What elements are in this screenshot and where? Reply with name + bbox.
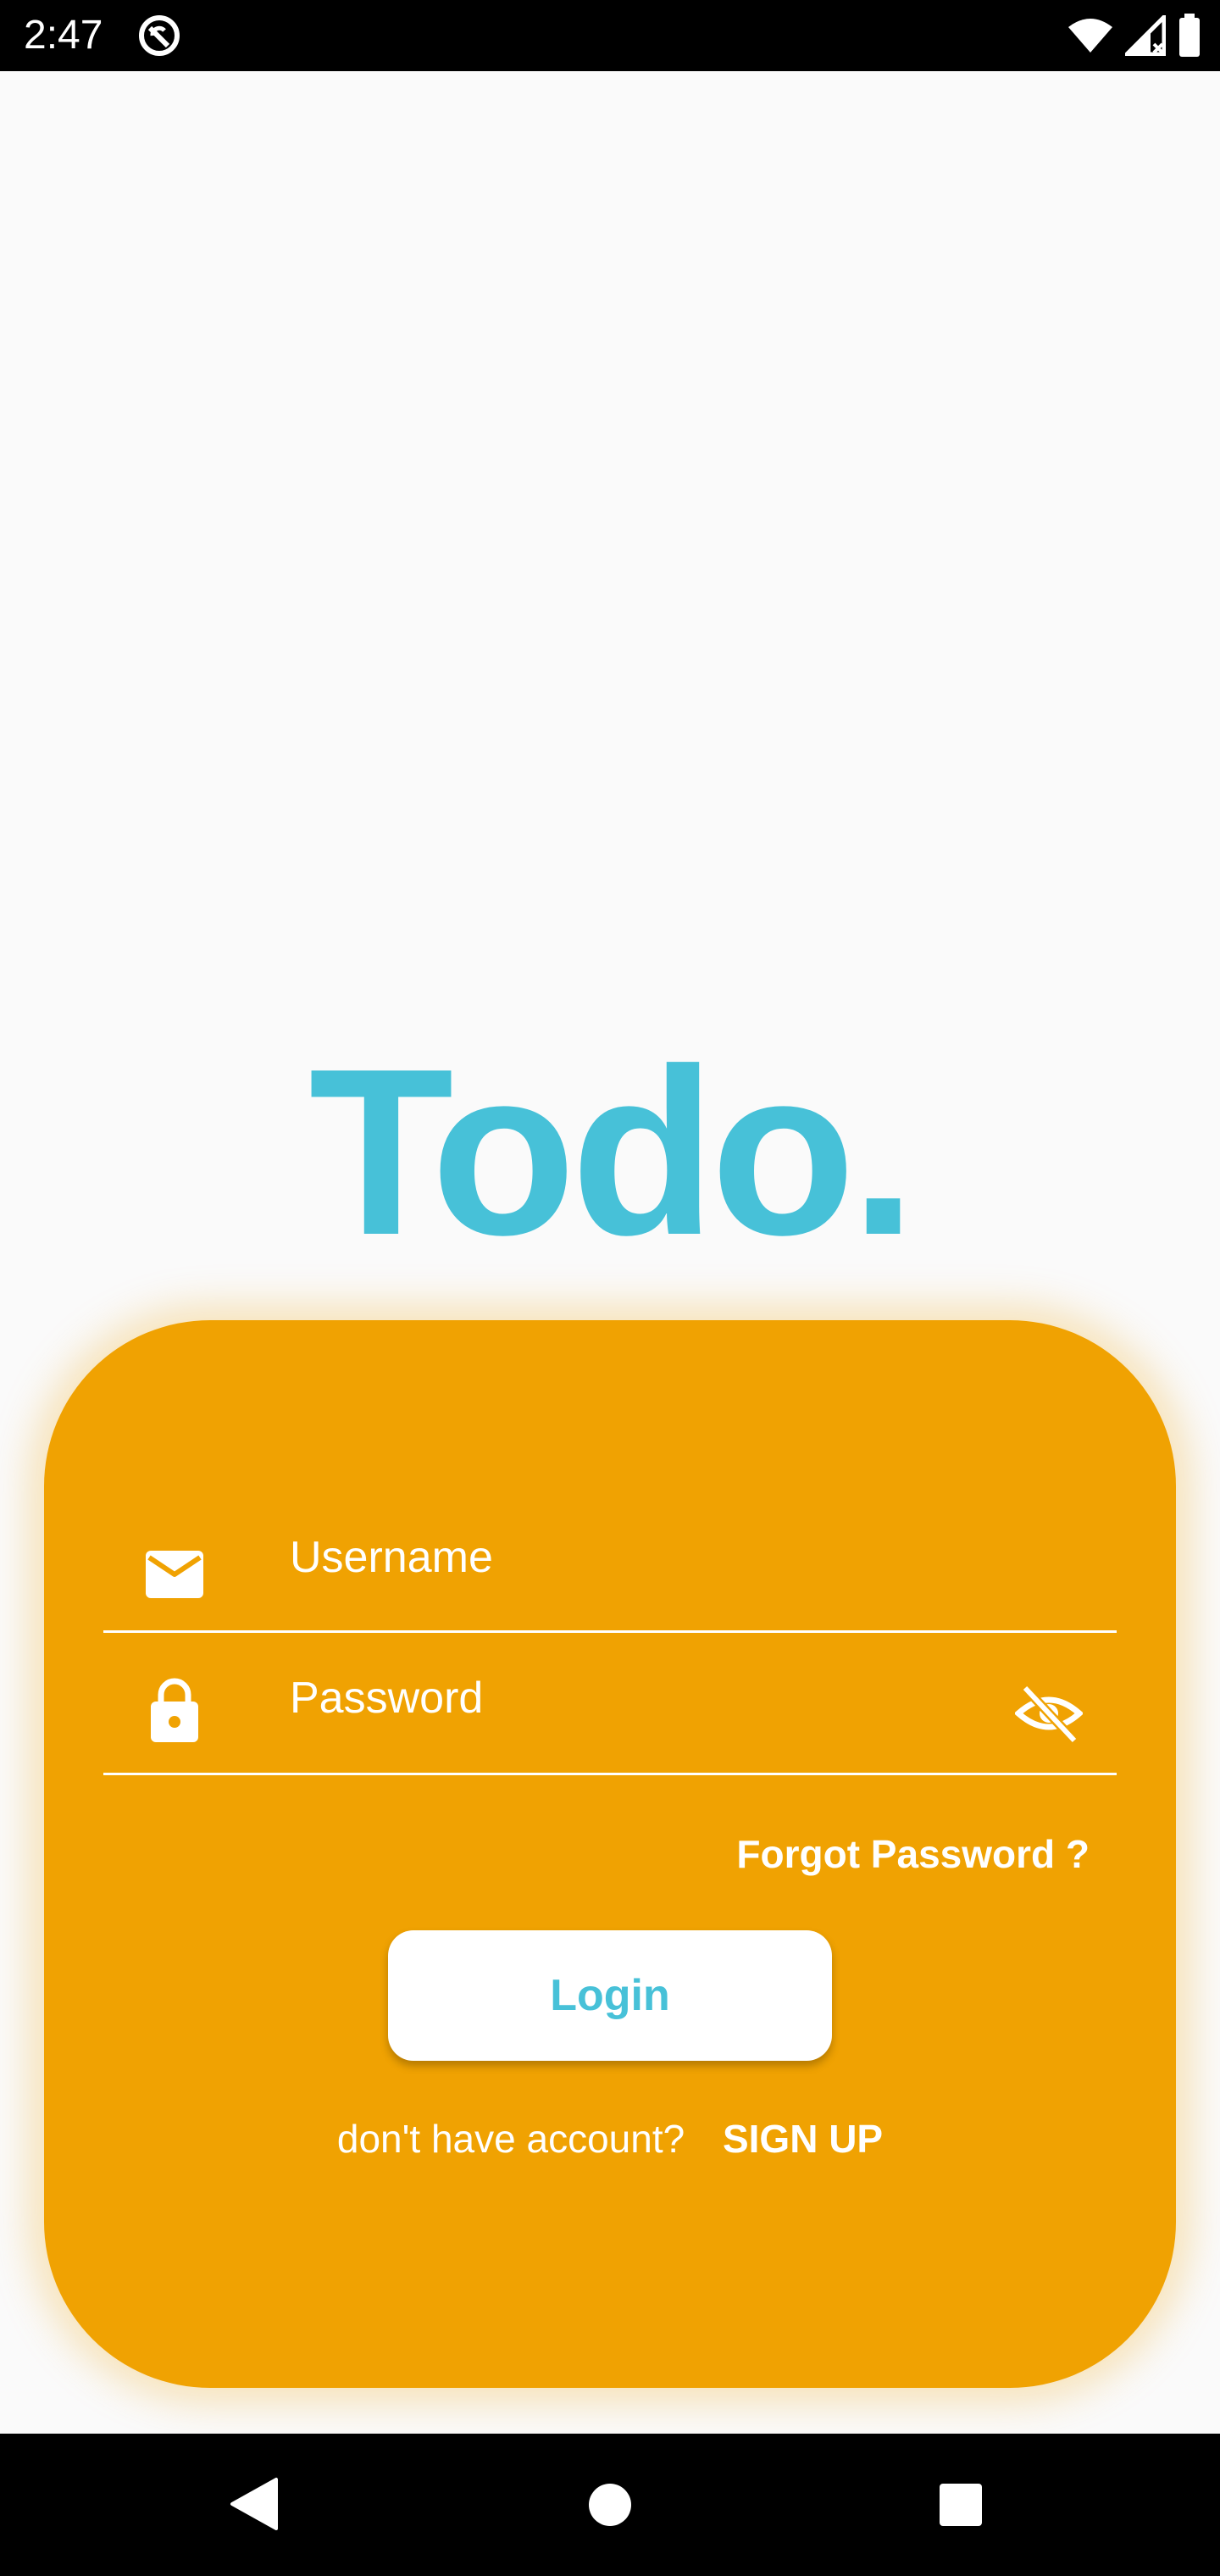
signup-link[interactable]: SIGN UP [723, 2117, 883, 2161]
signup-row: don't have account? SIGN UP [44, 2113, 1176, 2164]
username-input[interactable] [290, 1524, 1035, 1591]
navigation-bar [0, 2434, 1220, 2576]
app-title: Todo. [308, 1020, 916, 1285]
email-icon [144, 1544, 205, 1605]
forgot-password-link[interactable]: Forgot Password ? [736, 1829, 1090, 1879]
status-time: 2:47 [24, 13, 103, 58]
recents-icon[interactable] [939, 2483, 983, 2527]
username-field [103, 1490, 1117, 1633]
lock-icon [144, 1676, 205, 1742]
battery-icon [1178, 14, 1201, 58]
status-bar: 2:47 [0, 0, 1220, 71]
login-card: Forgot Password ? Login don't have accou… [44, 1320, 1176, 2388]
home-icon[interactable] [588, 2483, 632, 2527]
wifi-icon [1068, 17, 1113, 54]
password-input[interactable] [290, 1664, 1035, 1732]
login-button[interactable]: Login [388, 1930, 832, 2061]
eye-off-icon[interactable] [1013, 1679, 1084, 1747]
cellular-signal-icon [1125, 15, 1166, 56]
signup-prompt: don't have account? [336, 2117, 685, 2161]
app-notification-icon [137, 14, 181, 58]
login-screen: 2:47 Todo. Username Forgot Password ? Lo… [0, 0, 1220, 2576]
status-icons [1068, 12, 1201, 59]
back-icon[interactable] [229, 2476, 280, 2532]
password-field [103, 1632, 1117, 1775]
